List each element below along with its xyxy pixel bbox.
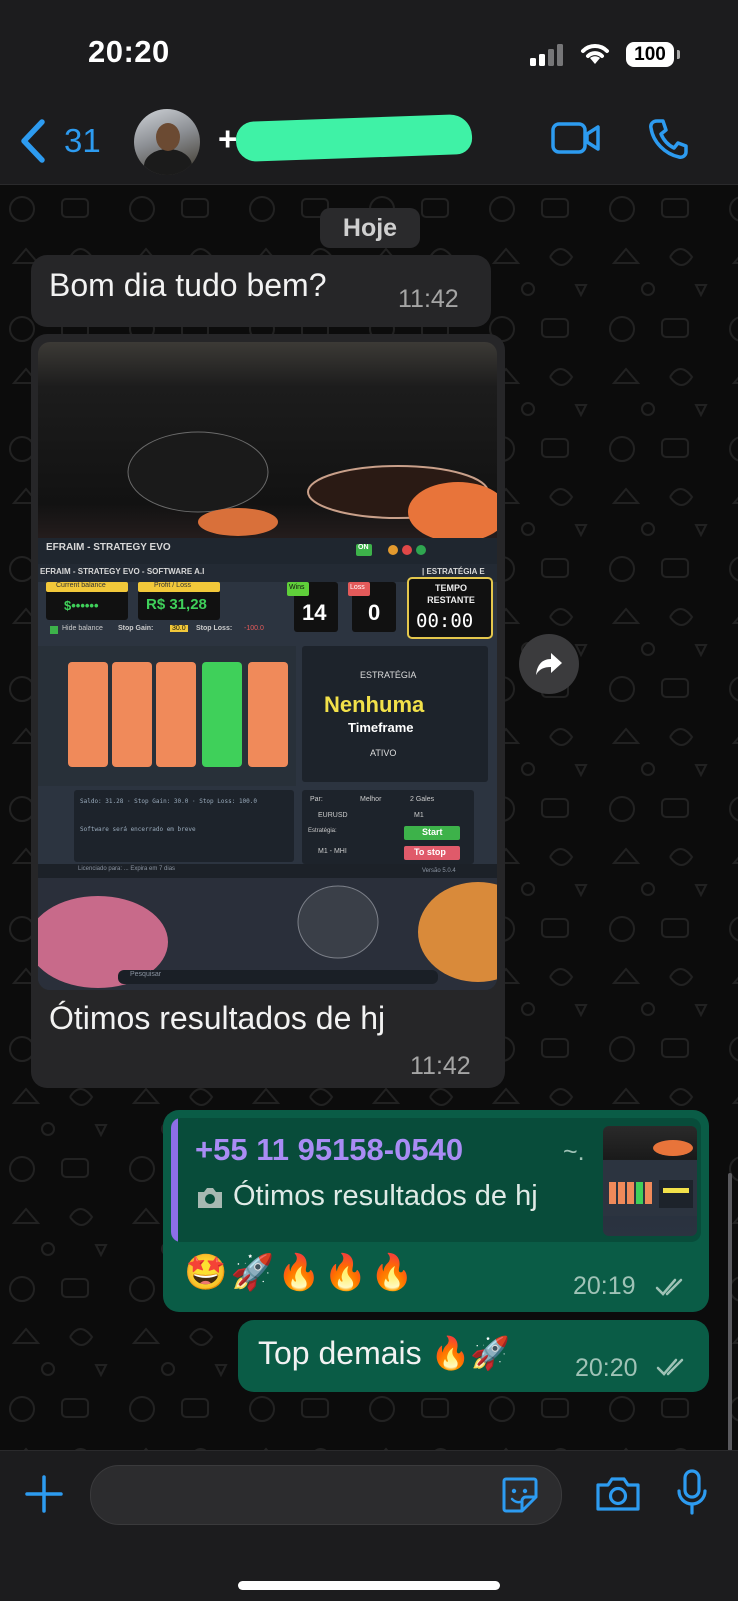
message-time: 11:42 (398, 285, 459, 313)
message-time: 20:20 (575, 1354, 638, 1382)
incoming-message[interactable]: Bom dia tudo bem? 11:42 (31, 255, 491, 327)
chevron-left-icon[interactable] (18, 118, 48, 164)
tempo-label: TEMPO RESTANTE (427, 583, 475, 605)
scrollbar[interactable] (728, 1173, 732, 1450)
par-label: Par: (310, 796, 323, 803)
quoted-message[interactable]: +55 11 95158-0540 ~. Ótimos resultados d… (171, 1118, 701, 1242)
redaction-mark (235, 113, 473, 163)
log-line-1: Saldo: 31.28 · Stop Gain: 30.0 · Stop Lo… (80, 798, 258, 805)
camera-icon[interactable] (594, 1475, 642, 1513)
current-balance-value: $•••••• (64, 598, 99, 613)
strategy-header: | ESTRATÉGIA E (422, 567, 485, 576)
quoted-thumbnail (603, 1126, 697, 1236)
melhor-label: Melhor (360, 796, 382, 803)
hide-balance-label: Hide balance (62, 625, 103, 632)
back-unread-count[interactable]: 31 (64, 122, 101, 160)
quoted-sender-extra: ~. (563, 1138, 585, 1166)
status-bar: 20:20 100 (0, 0, 738, 100)
timeframe-label: Timeframe (348, 720, 414, 735)
outgoing-message[interactable]: Top demais 🔥🚀 20:20 (238, 1320, 709, 1392)
share-forward-icon (536, 653, 562, 675)
licensed-line: Licenciado para: ... Expira em 7 dias (78, 866, 176, 872)
stop-loss-label: Stop Loss: (196, 625, 233, 632)
loss-label: Loss (350, 584, 365, 591)
loss-value: 0 (368, 600, 381, 625)
version-label: Versão 5.0.4 (422, 868, 456, 874)
ativo-label: ATIVO (370, 748, 397, 758)
shared-photo[interactable]: EFRAIM - STRATEGY EVO ON EFRAIM - STRATE… (38, 342, 497, 990)
stop-gain-value: 30.0 (170, 625, 188, 632)
video-camera-icon[interactable] (551, 120, 601, 156)
timeframe-select: M1 (414, 812, 424, 819)
phone-icon[interactable] (648, 118, 688, 160)
date-separator: Hoje (320, 208, 420, 248)
current-balance-label: Current balance (56, 582, 106, 589)
stop-loss-value: -100.0 (244, 625, 264, 632)
start-button: Start (422, 827, 443, 837)
wifi-icon (581, 44, 609, 64)
avatar[interactable] (134, 109, 200, 175)
profit-value: R$ 31,28 (146, 596, 207, 613)
app-on-badge: ON (358, 544, 369, 551)
quoted-caption: Ótimos resultados de hj (233, 1180, 538, 1212)
cellular-signal-icon (530, 42, 563, 66)
app-window-title: EFRAIM - STRATEGY EVO (46, 542, 171, 553)
tempo-value: 00:00 (416, 610, 474, 632)
log-line-2: Software será encerrado em breve (80, 826, 196, 833)
sticker-icon[interactable] (500, 1475, 540, 1515)
plus-icon[interactable] (24, 1474, 64, 1514)
microphone-icon[interactable] (675, 1469, 709, 1517)
wins-value: 14 (302, 600, 327, 625)
message-input-bar (0, 1450, 738, 1601)
battery-icon: 100 (626, 42, 680, 67)
pair-select: EURUSD (318, 812, 348, 819)
camera-icon (198, 1188, 222, 1208)
reply-text: 🤩🚀🔥🔥🔥 (184, 1253, 417, 1292)
forward-button[interactable] (519, 634, 579, 694)
gales-select: 2 Gales (410, 796, 435, 803)
estrategia-label: ESTRATÉGIA (360, 670, 417, 680)
combo-select: M1 - MHI (318, 848, 347, 855)
chat-header: 31 + 0540 (0, 100, 738, 185)
double-check-icon (656, 1358, 684, 1376)
estrategia-select-label: Estratégia: (308, 828, 337, 834)
double-check-icon (655, 1278, 683, 1296)
home-indicator[interactable] (238, 1581, 500, 1590)
message-input[interactable] (90, 1465, 562, 1525)
message-time: 11:42 (410, 1052, 471, 1080)
estrategia-value: Nenhuma (324, 692, 425, 717)
status-time: 20:20 (88, 34, 170, 69)
laptop-screen-photo (38, 431, 497, 990)
stop-button: To stop (414, 847, 446, 857)
message-time: 20:19 (573, 1272, 636, 1300)
quoted-sender: +55 11 95158-0540 (195, 1132, 464, 1167)
message-text: Bom dia tudo bem? (49, 267, 327, 303)
stop-gain-label: Stop Gain: (118, 625, 154, 632)
taskbar-search: Pesquisar (130, 971, 162, 978)
message-text: Top demais 🔥🚀 (258, 1335, 511, 1371)
image-caption: Ótimos resultados de hj (49, 1000, 386, 1036)
profit-label: Profit / Loss (154, 582, 191, 589)
app-subtitle: EFRAIM - STRATEGY EVO - SOFTWARE A.I (40, 567, 205, 576)
wins-label: Wins (289, 584, 305, 591)
